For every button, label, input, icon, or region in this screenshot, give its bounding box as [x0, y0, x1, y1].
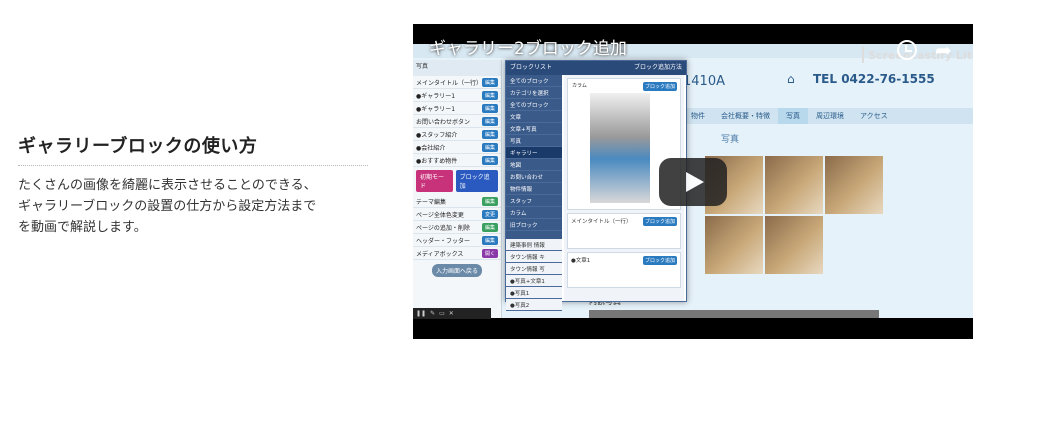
- block-category: 地図: [506, 159, 562, 171]
- block-category-extra: タウン情報 写: [506, 263, 562, 275]
- initial-mode-button: 初期モード: [416, 170, 453, 192]
- settings-row: ページの追加・削除 編集: [413, 221, 501, 234]
- block-category-extra: 建築事例 情報: [506, 239, 562, 251]
- editor-row: メインタイトル（一行） 編集: [413, 76, 501, 89]
- block-category-extra: ●写真+文章1: [506, 275, 562, 287]
- settings-row: ページ全体色変更 変更: [413, 208, 501, 221]
- site-tel: TEL 0422-76-1555: [813, 72, 935, 86]
- home-icon: ⌂: [787, 72, 795, 86]
- gallery-block-section: ギャラリーブロックの使い方 たくさんの画像を綺麗に表示させることのできる、 ギャ…: [18, 132, 368, 238]
- eraser-icon: ▭: [439, 310, 445, 317]
- block-row: ●文章1 ブロック追加: [567, 252, 681, 288]
- block-category-extra: ●写真2: [506, 299, 562, 311]
- block-category: 全てのブロック: [506, 99, 562, 111]
- pen-icon: ✎: [430, 310, 436, 317]
- editor-row: ●ギャラリー1 編集: [413, 102, 501, 115]
- section-heading: ギャラリーブロックの使い方: [18, 132, 368, 166]
- block-category: 全てのブロック: [506, 75, 562, 87]
- editor-row: ●ギャラリー1 編集: [413, 89, 501, 102]
- block-row: メインタイトル（一行） ブロック追加: [567, 213, 681, 249]
- description-line: ギャラリーブロックの設置の仕方から設定方法まで: [18, 199, 317, 214]
- editor-row: ●スタッフ紹介 編集: [413, 128, 501, 141]
- photo-grid-right: [765, 156, 883, 274]
- description-line: を動画で解説します。: [18, 220, 147, 235]
- block-category: お問い合わせ: [506, 171, 562, 183]
- settings-row: メディアボックス 開く: [413, 247, 501, 260]
- photos-title: 写真: [721, 135, 740, 145]
- editor-row: お問い合わせボタン 編集: [413, 115, 501, 128]
- block-list-header: ブロックリスト ブロック追加方法: [506, 61, 686, 75]
- block-preview-image: [590, 93, 650, 203]
- nav-item: アクセス: [860, 112, 888, 120]
- play-icon[interactable]: [659, 158, 727, 206]
- block-category-extra: ●写真1: [506, 287, 562, 299]
- add-block-button: ブロック追加: [455, 170, 498, 192]
- site-header: 1410A ⌂ TEL 0422-76-1555: [683, 60, 973, 106]
- block-category-extra: タウン情報 キ: [506, 251, 562, 263]
- mode-buttons: 初期モード ブロック追加: [413, 167, 501, 195]
- block-category: ギャラリー: [506, 147, 562, 159]
- back-to-input-button: 入力画面へ戻る: [432, 264, 482, 277]
- editor-panel-header: 写真: [413, 60, 501, 76]
- editor-row: ●おすすめ物件 編集: [413, 154, 501, 167]
- film-icon: [862, 47, 864, 63]
- block-category: カラム: [506, 207, 562, 219]
- video-title[interactable]: ギャラリー2ブロック追加: [429, 34, 627, 59]
- block-categories: 全てのブロック カテゴリを選択 全てのブロック 文章 文章+写真 写真 ギャラリ…: [506, 75, 562, 311]
- site-title: 1410A: [683, 74, 725, 89]
- video-player[interactable]: 1410A ⌂ TEL 0422-76-1555 物件 会社概要・特徴 写真 周…: [413, 24, 973, 339]
- editor-panel: 写真 メインタイトル（一行） 編集 ●ギャラリー1 編集 ●ギャラリー1 編集 お問い…: [413, 60, 502, 318]
- nav-item: 周辺環境: [816, 112, 844, 120]
- nav-item: 写真: [778, 108, 808, 124]
- recorder-toolbar: ❚❚ ✎ ▭ ✕: [413, 308, 491, 319]
- section-description: たくさんの画像を綺麗に表示させることのできる、 ギャラリーブロックの設置の仕方か…: [18, 175, 368, 238]
- description-line: たくさんの画像を綺麗に表示させることのできる、: [18, 178, 317, 193]
- close-icon: ✕: [448, 310, 454, 317]
- block-category: 旧ブロック: [506, 219, 562, 231]
- editor-row: ●会社紹介 編集: [413, 141, 501, 154]
- pause-icon: ❚❚: [416, 310, 427, 317]
- block-category: 写真: [506, 135, 562, 147]
- block-category: 物件情報: [506, 183, 562, 195]
- settings-row: テーマ編集 編集: [413, 195, 501, 208]
- settings-row: ヘッダー・フッター 編集: [413, 234, 501, 247]
- block-category: スタッフ: [506, 195, 562, 207]
- block-category: 文章+写真: [506, 123, 562, 135]
- site-navbar: 物件 会社概要・特徴 写真 周辺環境 アクセス: [683, 108, 973, 124]
- block-category: カテゴリを選択: [506, 87, 562, 99]
- photo-thumb: [705, 216, 763, 274]
- block-category: 文章: [506, 111, 562, 123]
- channel-logo-text: Screencastify Lite: [868, 48, 973, 62]
- nav-item: 物件: [691, 112, 705, 120]
- interior-photo-strip: [589, 310, 879, 318]
- clock-icon[interactable]: [897, 40, 917, 60]
- nav-item: 会社概要・特徴: [721, 112, 770, 120]
- share-icon[interactable]: ➦: [935, 38, 952, 62]
